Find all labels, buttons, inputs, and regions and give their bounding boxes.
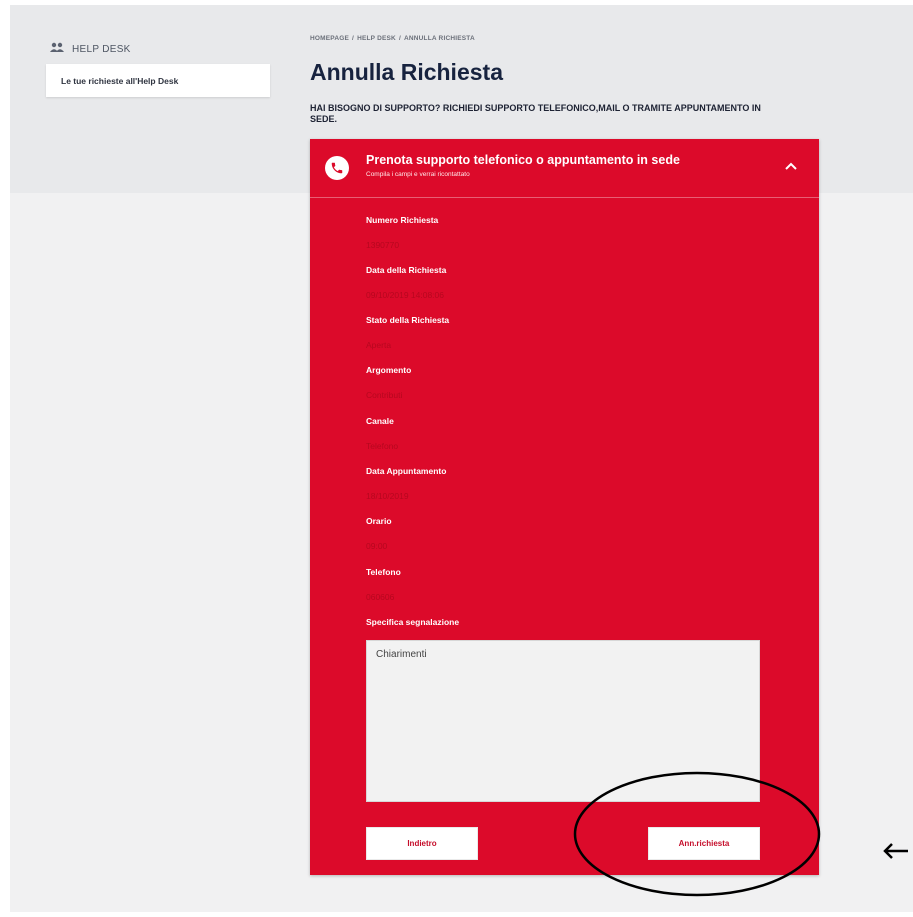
back-button[interactable]: Indietro — [366, 827, 478, 860]
users-icon — [50, 42, 64, 56]
panel-header[interactable]: Prenota supporto telefonico o appuntamen… — [310, 139, 819, 198]
field-value-phone: 060606 — [366, 592, 395, 602]
field-label-topic: Argomento — [366, 365, 412, 375]
field-label-notes: Specifica segnalazione — [366, 617, 460, 627]
breadcrumb-home[interactable]: HOMEPAGE — [310, 35, 349, 42]
support-text: HAI BISOGNO DI SUPPORTO? RICHIEDI SUPPOR… — [310, 103, 761, 124]
chevron-up-icon[interactable] — [782, 157, 800, 175]
field-value-request-date: 09/10/2019 14:08:06 — [366, 290, 444, 300]
panel-subtitle: Compila i campi e verrai ricontattato — [366, 171, 470, 178]
breadcrumb-current: ANNULLA RICHIESTA — [403, 35, 475, 42]
field-value-appointment-date: 18/10/2019 — [366, 491, 409, 501]
breadcrumb-help-desk[interactable]: HELP DESK — [357, 35, 396, 42]
field-label-time: Orario — [366, 516, 392, 526]
field-value-request-number: 1390770 — [366, 240, 400, 250]
field-label-request-number: Numero Richiesta — [366, 215, 439, 225]
field-label-appointment-date: Data Appuntamento — [366, 466, 447, 476]
phone-icon — [325, 156, 349, 180]
request-panel: Prenota supporto telefonico o appuntamen… — [310, 139, 819, 875]
field-label-phone: Telefono — [366, 567, 401, 577]
breadcrumb: HOMEPAGE / HELP DESK / ANNULLA RICHIESTA — [310, 35, 475, 42]
field-value-request-status: Aperta — [366, 340, 392, 350]
sidebar-item-requests[interactable]: Le tue richieste all'Help Desk — [46, 64, 270, 97]
field-label-request-date: Data della Richiesta — [366, 265, 447, 275]
field-value-topic: Contributi — [366, 390, 403, 400]
field-label-request-status: Stato della Richiesta — [366, 315, 450, 325]
sidebar-title: HELP DESK — [50, 41, 131, 57]
arrow-left-icon — [883, 843, 908, 859]
field-value-time: 09:00 — [366, 541, 388, 551]
annotation-ellipse — [573, 771, 821, 897]
field-label-channel: Canale — [366, 416, 394, 426]
page-title: Annulla Richiesta — [310, 59, 503, 85]
field-value-channel: Telefono — [366, 441, 399, 451]
sidebar-title-label: HELP DESK — [72, 43, 131, 55]
panel-title: Prenota supporto telefonico o appuntamen… — [366, 153, 680, 167]
